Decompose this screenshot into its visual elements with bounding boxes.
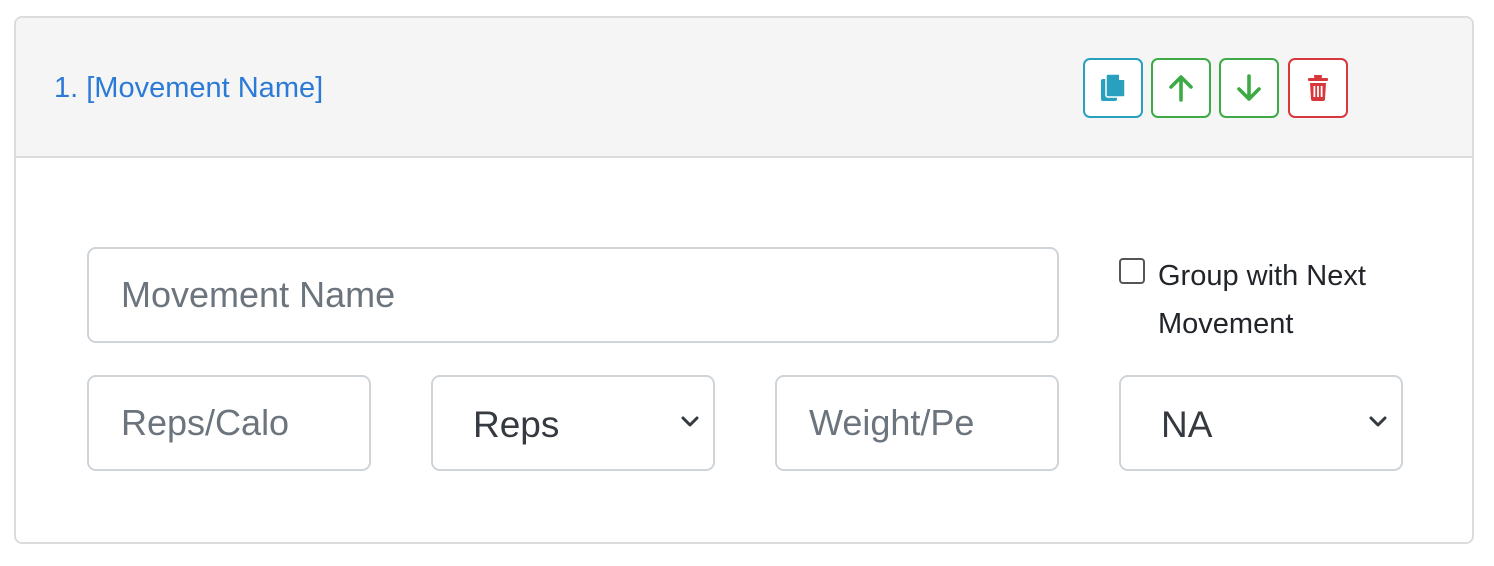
card-header: 1. [Movement Name] bbox=[16, 18, 1472, 158]
weight-unit-selected: NA bbox=[1161, 404, 1213, 445]
copy-icon bbox=[1100, 73, 1126, 103]
movement-title-link[interactable]: 1. [Movement Name] bbox=[54, 70, 323, 106]
rep-unit-select[interactable]: Reps bbox=[431, 375, 715, 471]
arrow-up-icon bbox=[1168, 74, 1194, 102]
group-with-next-checkbox[interactable] bbox=[1119, 258, 1145, 284]
delete-button[interactable] bbox=[1288, 58, 1348, 118]
move-down-button[interactable] bbox=[1219, 58, 1279, 118]
copy-button[interactable] bbox=[1083, 58, 1143, 118]
trash-icon bbox=[1307, 75, 1329, 101]
movement-name-input[interactable] bbox=[87, 247, 1059, 343]
movement-card: 1. [Movement Name] Movement Name Group w… bbox=[14, 16, 1474, 544]
weight-input[interactable] bbox=[775, 375, 1059, 471]
reps-calories-input[interactable] bbox=[87, 375, 371, 471]
group-with-next-label[interactable]: Group with Next Movement bbox=[1158, 252, 1438, 348]
weight-unit-select[interactable]: NA bbox=[1119, 375, 1403, 471]
arrow-down-icon bbox=[1236, 74, 1262, 102]
rep-unit-selected: Reps bbox=[473, 404, 560, 445]
chevron-down-icon bbox=[681, 415, 699, 433]
move-up-button[interactable] bbox=[1151, 58, 1211, 118]
chevron-down-icon bbox=[1369, 415, 1387, 433]
